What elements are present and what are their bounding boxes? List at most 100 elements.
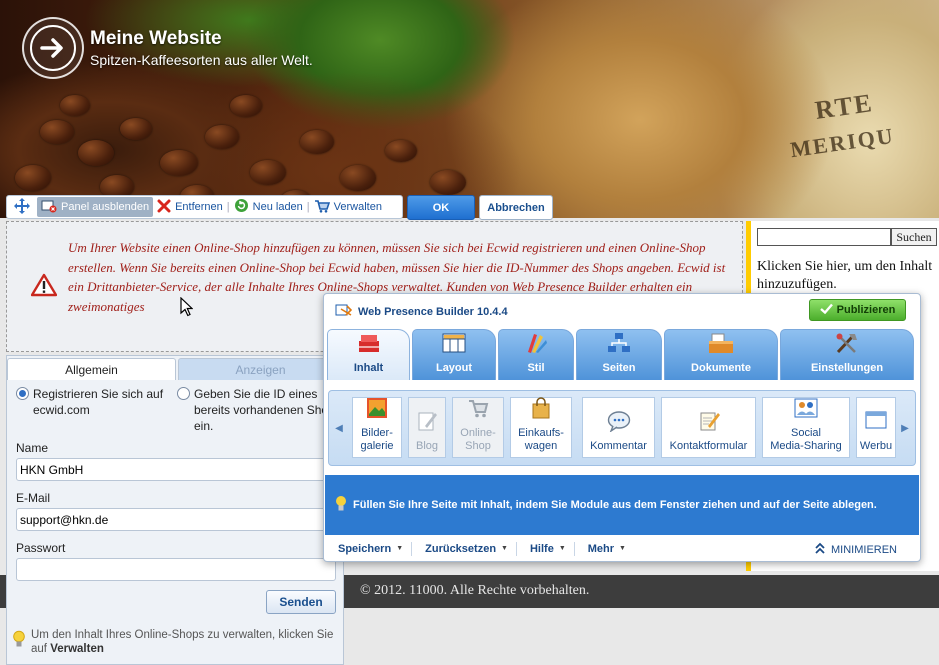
- email-label: E-Mail: [16, 491, 51, 505]
- cart-icon: [314, 199, 330, 216]
- radio-existing-option[interactable]: Geben Sie die ID eines bereits vorhanden…: [177, 386, 343, 434]
- more-menu[interactable]: Mehr ▼: [575, 542, 634, 556]
- sidebar-placeholder-text[interactable]: Klicken Sie hier, um den Inhalt hinzuzuf…: [757, 258, 939, 294]
- module-blog[interactable]: Blog: [408, 397, 446, 458]
- reload-button[interactable]: Neu laden: [230, 196, 307, 218]
- check-icon: [819, 303, 833, 317]
- module-bildergalerie[interactable]: Bilder- galerie: [352, 397, 402, 458]
- send-button[interactable]: Senden: [266, 590, 336, 614]
- remove-x-icon: [157, 199, 171, 216]
- help-label: Hilfe: [529, 542, 554, 555]
- module-toolbar: Panel ausblenden Entfernen | Neu laden |…: [6, 195, 403, 219]
- info-text: Füllen Sie Ihre Seite mit Inhalt, indem …: [353, 499, 877, 511]
- reload-icon: [234, 198, 249, 216]
- documents-box-icon: [708, 332, 734, 357]
- site-title: Meine Website: [90, 28, 222, 49]
- cancel-button[interactable]: Abbrechen: [479, 195, 553, 220]
- warning-icon: [30, 273, 58, 300]
- chevron-down-icon: ▼: [396, 545, 404, 552]
- tab-allgemein[interactable]: Allgemein: [7, 358, 176, 380]
- module-label: Social Media-Sharing: [770, 427, 842, 452]
- tab-seiten-label: Seiten: [602, 362, 636, 374]
- module-einkaufswagen[interactable]: Einkaufs- wagen: [510, 397, 572, 458]
- module-label: Online- Shop: [460, 427, 496, 452]
- lightbulb-icon: [13, 630, 25, 656]
- move-icon: [13, 197, 31, 218]
- layout-grid-icon: [442, 332, 466, 357]
- name-label: Name: [16, 441, 49, 455]
- wpb-title[interactable]: Web Presence Builder 10.4.4: [335, 303, 508, 321]
- social-share-icon: [794, 397, 818, 423]
- radio-register-option[interactable]: Registrieren Sie sich auf ecwid.com: [16, 386, 176, 418]
- tab-dokumente[interactable]: Dokumente: [664, 329, 778, 380]
- picture-gallery-icon: [366, 397, 388, 423]
- email-field[interactable]: [16, 508, 336, 531]
- tools-icon: [835, 332, 859, 357]
- comment-bubble-icon: [607, 410, 631, 436]
- blog-pen-icon: [416, 410, 438, 436]
- hide-panel-button[interactable]: Panel ausblenden: [37, 197, 154, 217]
- tab-seiten[interactable]: Seiten: [576, 329, 662, 380]
- tab-inhalt[interactable]: Inhalt: [327, 329, 410, 380]
- manage-hint: Um den Inhalt Ihres Online-Shops zu verw…: [13, 628, 339, 656]
- color-palette-icon: [524, 332, 548, 357]
- double-chevron-up-icon: [815, 542, 825, 557]
- module-kommentar[interactable]: Kommentar: [582, 397, 655, 458]
- reset-menu[interactable]: Zurücksetzen ▼: [412, 541, 517, 556]
- site-logo[interactable]: [22, 17, 84, 79]
- tab-layout[interactable]: Layout: [412, 329, 496, 380]
- ok-button[interactable]: OK: [407, 195, 475, 220]
- search-button[interactable]: Suchen: [891, 228, 937, 246]
- manage-button[interactable]: Verwalten: [310, 196, 386, 218]
- save-menu[interactable]: Speichern ▼: [325, 541, 413, 556]
- module-online-shop[interactable]: Online- Shop: [452, 397, 504, 458]
- lightbulb-icon: [335, 495, 347, 516]
- module-social-media-sharing[interactable]: Social Media-Sharing: [762, 397, 850, 458]
- publish-button[interactable]: Publizieren: [809, 299, 906, 321]
- password-field[interactable]: [16, 558, 336, 581]
- hide-panel-label: Panel ausblenden: [61, 201, 150, 213]
- chevron-down-icon: ▼: [501, 545, 508, 552]
- reset-label: Zurücksetzen: [425, 542, 497, 555]
- password-label: Passwort: [16, 541, 66, 555]
- tab-stil-label: Stil: [527, 362, 545, 374]
- chevron-down-icon: ▼: [558, 545, 566, 552]
- scroll-right-button[interactable]: ▶: [895, 391, 915, 465]
- tab-stil[interactable]: Stil: [498, 329, 574, 380]
- tab-einstellungen[interactable]: Einstellungen: [780, 329, 914, 380]
- publish-label: Publizieren: [836, 304, 896, 316]
- site-subtitle: Spitzen-Kaffeesorten aus aller Welt.: [90, 52, 313, 68]
- module-label: Blog: [415, 440, 439, 452]
- radio-existing[interactable]: [177, 387, 190, 400]
- save-label: Speichern: [338, 542, 392, 555]
- search-input[interactable]: [757, 228, 891, 246]
- minimize-label: MINIMIEREN: [831, 543, 897, 556]
- manage-label: Verwalten: [333, 201, 382, 213]
- module-werbung[interactable]: Werbu: [856, 397, 896, 458]
- tab-anzeigen[interactable]: Anzeigen: [178, 358, 343, 380]
- scroll-left-button[interactable]: ◀: [329, 391, 349, 465]
- minimize-button[interactable]: MINIMIEREN: [815, 542, 897, 557]
- remove-button[interactable]: Entfernen: [153, 196, 227, 218]
- advertising-icon: [865, 410, 887, 436]
- web-presence-builder-panel: Web Presence Builder 10.4.4 Publizieren …: [323, 293, 921, 562]
- arrow-right-icon: [30, 25, 76, 71]
- help-menu[interactable]: Hilfe ▼: [517, 541, 575, 556]
- module-kontaktformular[interactable]: Kontaktformular: [661, 397, 756, 458]
- chevron-right-icon: ▶: [901, 422, 909, 434]
- panel-tabs: Allgemein Anzeigen: [7, 356, 343, 380]
- move-handle[interactable]: [7, 196, 37, 218]
- sitemap-icon: [607, 332, 631, 357]
- shop-cart-icon: [467, 397, 489, 423]
- module-label: Einkaufs- wagen: [518, 427, 564, 452]
- reload-label: Neu laden: [252, 201, 303, 213]
- name-field[interactable]: [16, 458, 336, 481]
- mouse-cursor-icon: [180, 296, 194, 320]
- wpb-title-text: Web Presence Builder 10.4.4: [358, 306, 508, 318]
- radio-existing-label: Geben Sie die ID eines bereits vorhanden…: [194, 387, 341, 433]
- modules-strip: ◀ ▶ Bilder- galerie Blog Online- Shop Ei…: [328, 390, 916, 466]
- hint-text: Um den Inhalt Ihres Online-Shops zu verw…: [31, 628, 339, 656]
- radio-register[interactable]: [16, 387, 29, 400]
- footer-copyright: © 2012. 11000. Alle Rechte vorbehalten.: [360, 583, 590, 598]
- shopping-bag-icon: [530, 397, 552, 423]
